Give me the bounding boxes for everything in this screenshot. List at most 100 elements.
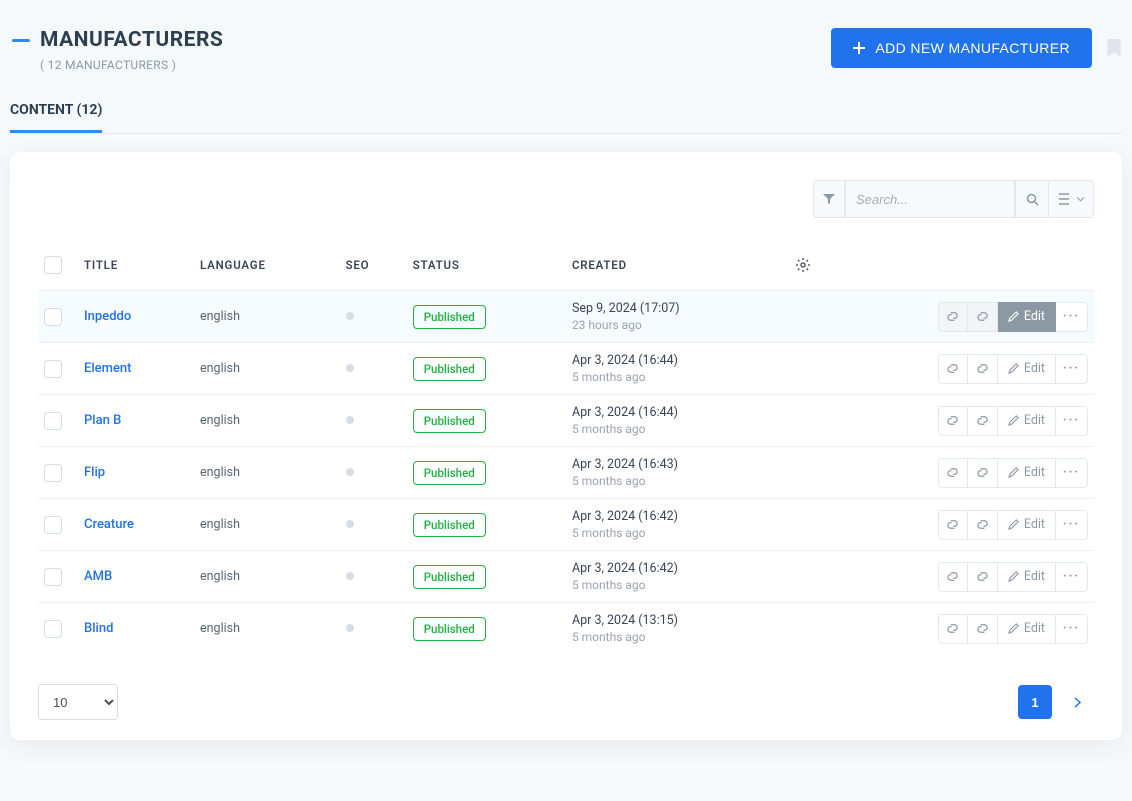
col-status[interactable]: STATUS — [407, 246, 566, 291]
filter-icon — [823, 193, 835, 205]
status-badge: Published — [413, 513, 486, 537]
row-more-button[interactable]: ··· — [1056, 406, 1088, 436]
pager-page-1[interactable]: 1 — [1018, 685, 1052, 719]
row-link-button-2[interactable] — [968, 614, 998, 644]
pager-next[interactable] — [1060, 685, 1094, 719]
row-link-button-2[interactable] — [968, 562, 998, 592]
row-edit-label: Edit — [1024, 309, 1045, 324]
row-more-button[interactable]: ··· — [1056, 562, 1088, 592]
link-icon — [946, 570, 959, 583]
row-link-button-1[interactable] — [938, 406, 968, 436]
row-checkbox[interactable] — [44, 308, 62, 326]
row-language: english — [200, 361, 240, 376]
col-seo[interactable]: SEO — [340, 246, 407, 291]
row-title-link[interactable]: AMB — [84, 569, 112, 584]
link-icon — [946, 622, 959, 635]
row-created-date: Apr 3, 2024 (16:43) — [572, 457, 784, 472]
row-created-ago: 5 months ago — [572, 370, 784, 384]
seo-status-dot — [346, 624, 354, 632]
bookmark-icon[interactable] — [1106, 38, 1122, 58]
row-language: english — [200, 621, 240, 636]
row-link-button-1[interactable] — [938, 354, 968, 384]
search-button[interactable] — [1015, 180, 1049, 218]
row-title-link[interactable]: Flip — [84, 465, 105, 480]
column-settings-button[interactable] — [796, 258, 1090, 272]
row-checkbox[interactable] — [44, 412, 62, 430]
row-language: english — [200, 309, 240, 324]
more-icon: ··· — [1063, 517, 1080, 532]
col-created[interactable]: CREATED — [566, 246, 790, 291]
select-all-checkbox[interactable] — [44, 256, 62, 274]
row-link-button-1[interactable] — [938, 458, 968, 488]
table-row: Blind english Published Apr 3, 2024 (13:15)… — [38, 603, 1094, 655]
row-edit-button[interactable]: Edit — [998, 562, 1056, 592]
row-more-button[interactable]: ··· — [1056, 458, 1088, 488]
row-title-link[interactable]: Element — [84, 361, 131, 376]
link-icon — [976, 414, 989, 427]
row-more-button[interactable]: ··· — [1056, 354, 1088, 384]
row-checkbox[interactable] — [44, 568, 62, 586]
row-checkbox[interactable] — [44, 516, 62, 534]
row-created-date: Apr 3, 2024 (13:15) — [572, 613, 784, 628]
row-checkbox[interactable] — [44, 360, 62, 378]
page-size-select[interactable]: 10 — [38, 684, 118, 720]
row-title-link[interactable]: Creature — [84, 517, 134, 532]
row-language: english — [200, 465, 240, 480]
col-language[interactable]: LANGUAGE — [194, 246, 340, 291]
table-row: ElementenglishPublishedApr 3, 2024 (16:4… — [38, 343, 1094, 395]
pencil-icon — [1008, 571, 1019, 582]
row-link-button-2[interactable] — [968, 302, 998, 332]
row-created-date: Apr 3, 2024 (16:42) — [572, 509, 784, 524]
search-input[interactable] — [845, 180, 1015, 218]
row-link-button-2[interactable] — [968, 458, 998, 488]
row-title-link[interactable]: Plan B — [84, 413, 121, 428]
tab-content[interactable]: CONTENT (12) — [10, 94, 102, 133]
more-icon: ··· — [1063, 465, 1080, 480]
row-more-button[interactable]: ··· — [1056, 614, 1088, 644]
row-edit-button[interactable]: Edit — [998, 458, 1056, 488]
row-edit-button[interactable]: Edit — [998, 614, 1056, 644]
row-more-button[interactable]: ··· — [1056, 302, 1088, 332]
pencil-icon — [1008, 415, 1019, 426]
row-edit-button[interactable]: Edit — [998, 406, 1056, 436]
row-checkbox[interactable] — [44, 464, 62, 482]
add-manufacturer-button[interactable]: ADD NEW MANUFACTURER — [831, 28, 1092, 68]
link-icon — [976, 570, 989, 583]
search-icon — [1026, 193, 1039, 206]
title-accent — [12, 39, 30, 42]
more-icon: ··· — [1063, 569, 1080, 584]
row-created-ago: 5 months ago — [572, 474, 784, 488]
list-options-button[interactable] — [1048, 180, 1094, 218]
row-more-button[interactable]: ··· — [1056, 510, 1088, 540]
row-edit-button[interactable]: Edit — [998, 354, 1056, 384]
row-edit-label: Edit — [1024, 361, 1045, 376]
filter-button[interactable] — [813, 180, 845, 218]
status-badge: Published — [413, 617, 486, 641]
row-created-date: Apr 3, 2024 (16:42) — [572, 561, 784, 576]
status-badge: Published — [413, 305, 486, 329]
row-link-button-2[interactable] — [968, 354, 998, 384]
row-title-link[interactable]: Blind — [84, 621, 113, 636]
row-link-button-1[interactable] — [938, 562, 968, 592]
row-link-button-2[interactable] — [968, 510, 998, 540]
seo-status-dot — [346, 364, 354, 372]
link-icon — [946, 414, 959, 427]
pencil-icon — [1008, 623, 1019, 634]
pencil-icon — [1008, 311, 1019, 322]
row-title-link[interactable]: Inpeddo — [84, 309, 131, 324]
caret-down-icon — [1077, 197, 1084, 202]
row-link-button-1[interactable] — [938, 614, 968, 644]
row-link-button-1[interactable] — [938, 510, 968, 540]
chevron-right-icon — [1074, 697, 1081, 708]
row-link-button-2[interactable] — [968, 406, 998, 436]
row-edit-button[interactable]: Edit — [998, 510, 1056, 540]
more-icon: ··· — [1063, 621, 1080, 636]
row-edit-button[interactable]: Edit — [998, 302, 1056, 332]
seo-status-dot — [346, 572, 354, 580]
row-checkbox[interactable] — [44, 620, 62, 638]
status-badge: Published — [413, 409, 486, 433]
col-title[interactable]: TITLE — [78, 246, 194, 291]
row-link-button-1[interactable] — [938, 302, 968, 332]
link-icon — [946, 310, 959, 323]
row-edit-label: Edit — [1024, 569, 1045, 584]
